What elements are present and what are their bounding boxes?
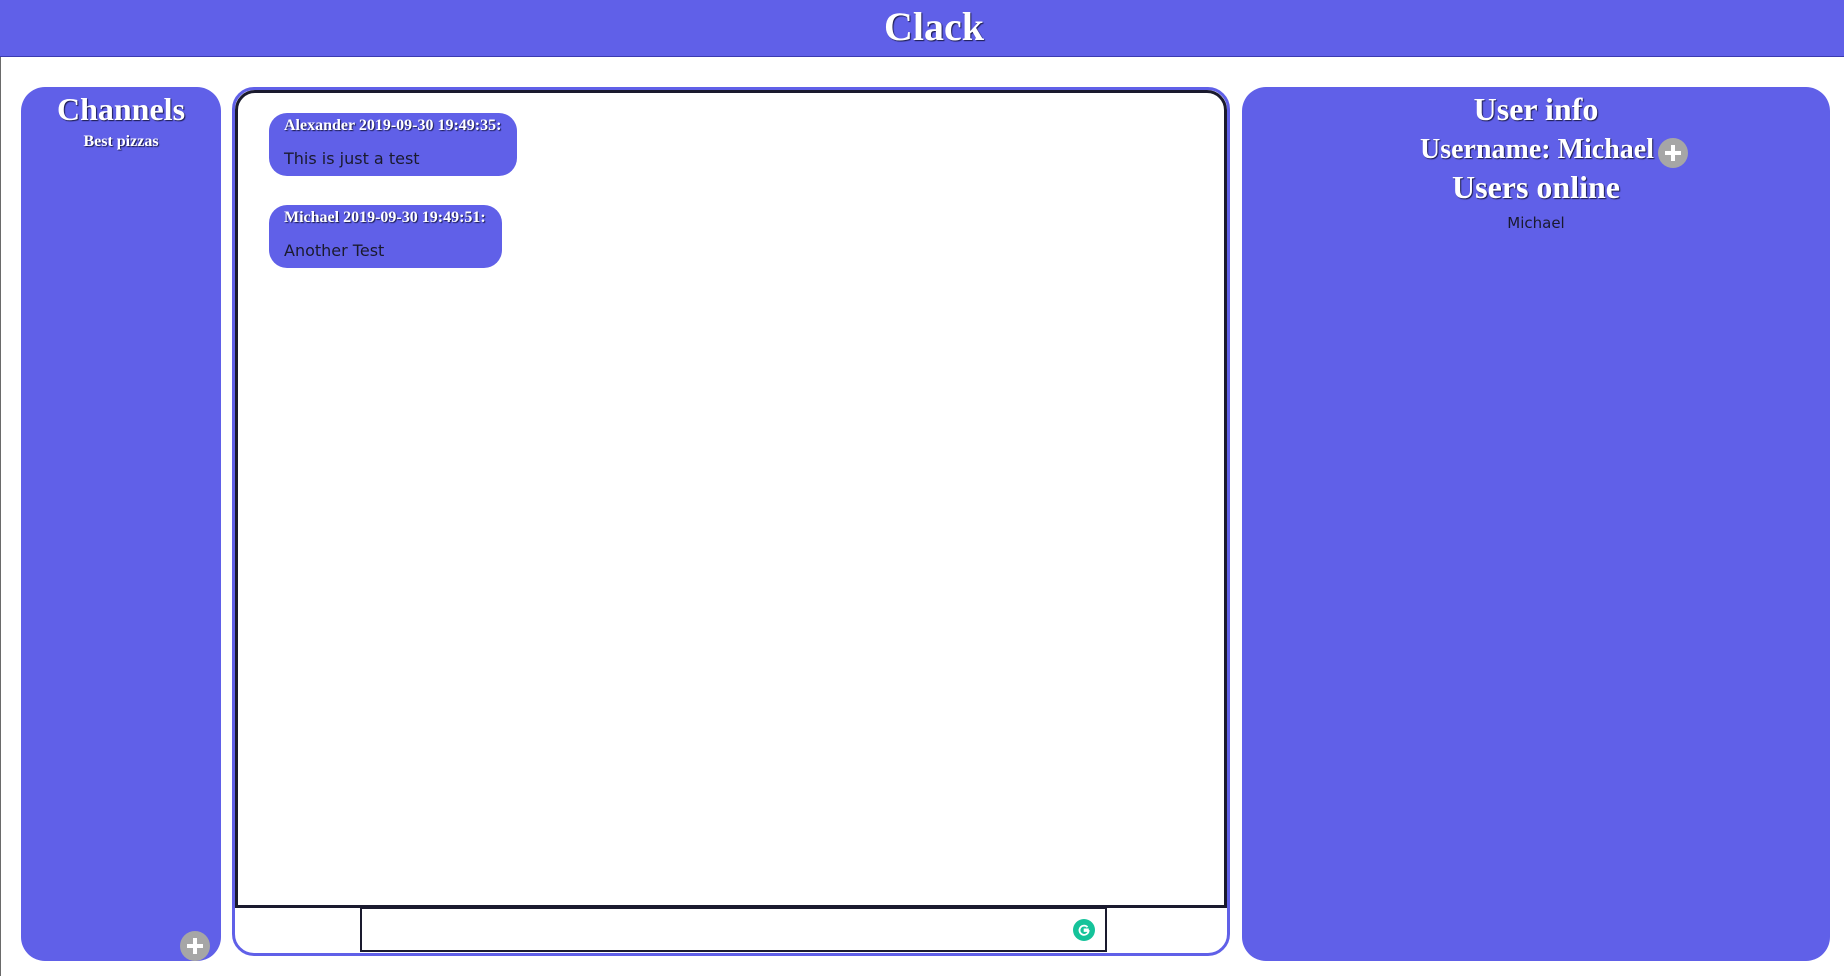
message-header: Alexander 2019-09-30 19:49:35: <box>284 117 502 134</box>
app-title: Clack <box>884 3 984 49</box>
top-bar: Clack <box>0 0 1844 57</box>
plus-icon <box>187 938 203 954</box>
channels-panel: Channels Best pizzas <box>21 87 221 961</box>
message-bubble: Michael 2019-09-30 19:49:51: Another Tes… <box>269 205 502 268</box>
users-online-heading: Users online <box>1452 169 1620 205</box>
message-text: Another Test <box>284 241 385 260</box>
message-text: This is just a test <box>284 149 420 168</box>
plus-icon <box>1665 145 1682 161</box>
username-row: Username: Michael <box>1242 132 1830 168</box>
message-list[interactable]: Alexander 2019-09-30 19:49:35: This is j… <box>235 90 1227 908</box>
chat-area: Alexander 2019-09-30 19:49:35: This is j… <box>232 87 1230 956</box>
channels-heading: Channels <box>56 91 186 127</box>
online-user-item: Michael <box>1507 214 1565 232</box>
channel-item-best-pizzas[interactable]: Best pizzas <box>21 133 221 151</box>
message-bubble: Alexander 2019-09-30 19:49:35: This is j… <box>269 113 518 176</box>
username-label: Username: Michael <box>1419 134 1655 165</box>
add-channel-button[interactable] <box>180 931 210 961</box>
user-info-panel: User info Username: Michael Users online… <box>1242 87 1830 961</box>
message-input[interactable] <box>360 908 1107 952</box>
grammarly-g-icon <box>1078 924 1090 936</box>
grammarly-icon[interactable] <box>1073 919 1095 941</box>
message-input-row <box>235 908 1227 953</box>
message-header: Michael 2019-09-30 19:49:51: <box>284 209 486 226</box>
user-info-heading: User info <box>1473 91 1599 127</box>
edit-username-button[interactable] <box>1658 138 1689 168</box>
